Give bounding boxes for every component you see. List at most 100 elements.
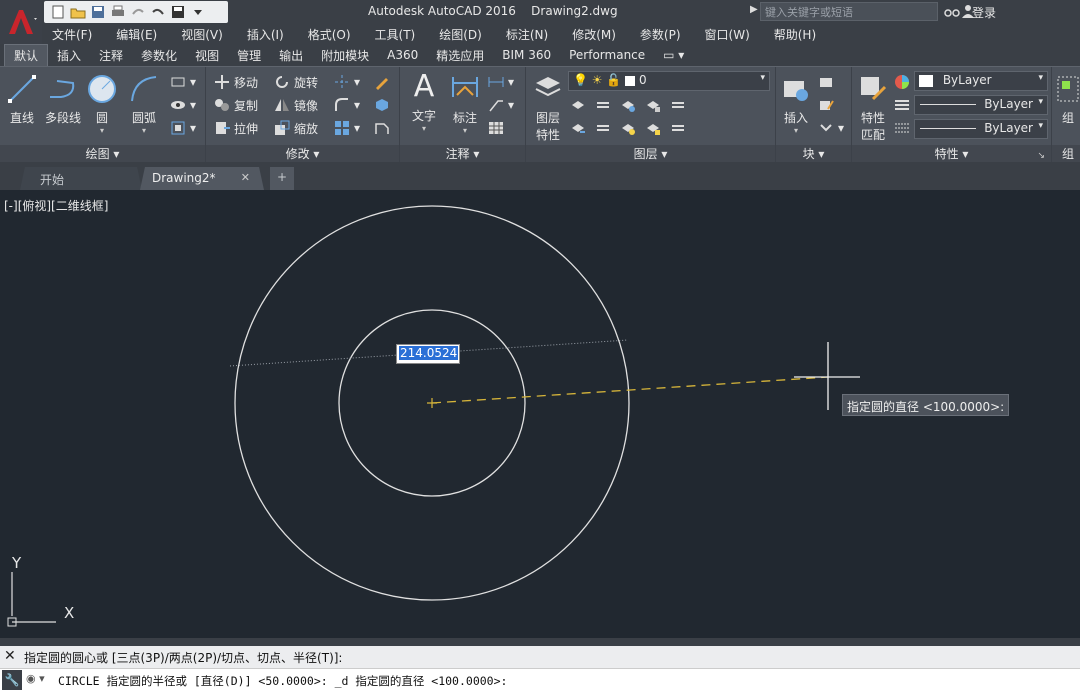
modify-panel-title[interactable]: 修改 ▾ xyxy=(206,145,399,163)
open-folder-icon[interactable] xyxy=(70,5,86,19)
undo-icon[interactable] xyxy=(150,5,166,19)
application-menu-button[interactable] xyxy=(0,0,42,44)
menu-window[interactable]: 窗口(W) xyxy=(693,26,762,43)
tab-insert[interactable]: 插入 xyxy=(48,45,90,66)
menu-format[interactable]: 格式(O) xyxy=(296,26,363,43)
save-icon[interactable] xyxy=(90,5,106,19)
binoculars-icon[interactable] xyxy=(944,4,960,21)
copy-button[interactable]: 复制 xyxy=(214,95,258,115)
layer-lock-icon[interactable] xyxy=(645,97,661,113)
menu-edit[interactable]: 编辑(E) xyxy=(104,26,169,43)
circle-dropdown-icon[interactable]: ▾ xyxy=(86,126,118,135)
groups-panel-title[interactable]: 组 xyxy=(1052,145,1080,163)
menu-parametric[interactable]: 参数(P) xyxy=(628,26,693,43)
insert-dropdown-icon[interactable]: ▾ xyxy=(778,126,814,135)
trim-tool[interactable]: ▾ xyxy=(334,72,360,92)
layer-properties-button[interactable]: 图层 特性 xyxy=(530,73,566,143)
scale-button[interactable]: 缩放 xyxy=(274,118,318,138)
leader-tool[interactable]: ▾ xyxy=(488,95,514,115)
annotation-panel-title[interactable]: 注释 ▾ xyxy=(400,145,525,163)
circle-button[interactable]: 圆 ▾ xyxy=(86,73,118,135)
dimension-dropdown-icon[interactable]: ▾ xyxy=(446,126,484,135)
search-input[interactable]: 键入关键字或短语 xyxy=(760,2,938,21)
tab-featured-apps[interactable]: 精选应用 xyxy=(427,45,493,66)
save-as-icon[interactable] xyxy=(170,5,186,19)
block-attribute-tool[interactable]: ▾ xyxy=(818,118,844,138)
dimension-button[interactable]: 标注 ▾ xyxy=(446,73,484,135)
tab-view[interactable]: 视图 xyxy=(186,45,228,66)
rectangle-tool[interactable]: ▾ xyxy=(170,72,196,92)
dynamic-input-field[interactable]: 214.0524 xyxy=(396,344,460,364)
print-icon[interactable] xyxy=(110,5,126,19)
lineweight-icon[interactable] xyxy=(894,97,910,116)
panel-launcher-icon[interactable]: ↘ xyxy=(1037,151,1045,161)
table-tool[interactable] xyxy=(488,118,504,138)
redo-icon[interactable] xyxy=(130,5,146,19)
match-properties-button[interactable]: 特性 匹配 xyxy=(854,73,892,143)
mirror-button[interactable]: 镜像 xyxy=(274,95,318,115)
lineweight-dropdown[interactable]: ByLayer ▾ xyxy=(914,119,1048,139)
boundary-tool[interactable]: ▾ xyxy=(170,118,196,138)
layer-isolate-icon[interactable] xyxy=(595,97,611,113)
ribbon-toggle-icon[interactable]: ▭ ▾ xyxy=(654,46,693,64)
text-dropdown-icon[interactable]: ▾ xyxy=(406,124,442,133)
array-tool[interactable]: ▾ xyxy=(334,118,360,138)
close-command-icon[interactable]: ✕ xyxy=(4,648,16,664)
menu-insert[interactable]: 插入(I) xyxy=(235,26,296,43)
fillet-tool[interactable]: ▾ xyxy=(334,95,360,115)
stretch-button[interactable]: 拉伸 xyxy=(214,118,258,138)
tab-start[interactable]: 开始 xyxy=(20,167,142,190)
tab-manage[interactable]: 管理 xyxy=(228,45,270,66)
insert-block-button[interactable]: 插入 ▾ xyxy=(778,73,814,135)
layer-make-current-icon[interactable] xyxy=(570,120,586,136)
tab-bim360[interactable]: BIM 360 xyxy=(493,46,560,64)
tab-performance[interactable]: Performance xyxy=(560,46,654,64)
login-link[interactable]: 登录 xyxy=(972,4,996,21)
new-file-icon[interactable] xyxy=(50,5,66,19)
line-button[interactable]: 直线 xyxy=(4,73,40,126)
close-tab-icon[interactable]: ✕ xyxy=(241,171,250,184)
menu-dimension[interactable]: 标注(N) xyxy=(494,26,560,43)
group-button[interactable]: 组 xyxy=(1056,73,1080,126)
wrench-icon[interactable]: 🔧 xyxy=(2,670,22,690)
offset-tool[interactable] xyxy=(374,118,390,138)
qat-customize-icon[interactable] xyxy=(190,5,206,19)
menu-draw[interactable]: 绘图(D) xyxy=(427,26,494,43)
layer-match-icon[interactable] xyxy=(670,97,686,113)
erase-tool[interactable] xyxy=(374,72,390,92)
search-expand-icon[interactable]: ▶ xyxy=(750,4,758,15)
layer-freeze-icon[interactable] xyxy=(620,97,636,113)
block-panel-title[interactable]: 块 ▾ xyxy=(776,145,851,163)
command-line-input[interactable]: CIRCLE 指定圆的半径或 [直径(D)] <50.0000>: _d 指定圆… xyxy=(0,668,1080,692)
tab-drawing2[interactable]: Drawing2* ✕ xyxy=(140,167,264,190)
layers-panel-title[interactable]: 图层 ▾ xyxy=(526,145,775,163)
new-tab-button[interactable]: + xyxy=(270,167,294,190)
polyline-button[interactable]: 多段线 xyxy=(42,73,84,126)
transparency-icon[interactable] xyxy=(894,120,910,139)
menu-help[interactable]: 帮助(H) xyxy=(762,26,828,43)
explode-tool[interactable] xyxy=(374,95,390,115)
text-button[interactable]: A 文字 ▾ xyxy=(406,71,442,134)
tab-parametric[interactable]: 参数化 xyxy=(132,45,186,66)
edit-block-tool[interactable] xyxy=(818,95,834,115)
color-dropdown[interactable]: ByLayer ▾ xyxy=(914,71,1048,91)
layer-walk-icon[interactable] xyxy=(670,120,686,136)
linear-dim-tool[interactable]: ▾ xyxy=(488,72,514,92)
arc-button[interactable]: 圆弧 ▾ xyxy=(126,73,162,135)
tab-a360[interactable]: A360 xyxy=(378,46,427,64)
layer-copy-icon[interactable] xyxy=(595,120,611,136)
properties-panel-title[interactable]: 特性 ▾ xyxy=(852,145,1051,163)
tab-output[interactable]: 输出 xyxy=(270,45,312,66)
layer-dropdown[interactable]: 💡 ☀ 🔓 0 ▾ xyxy=(568,71,770,91)
color-wheel-icon[interactable] xyxy=(894,74,910,93)
tab-default[interactable]: 默认 xyxy=(4,44,49,66)
arc-dropdown-icon[interactable]: ▾ xyxy=(126,126,162,135)
rotate-button[interactable]: 旋转 xyxy=(274,72,318,92)
tab-annotate[interactable]: 注释 xyxy=(90,45,132,66)
move-button[interactable]: 移动 xyxy=(214,72,258,92)
draw-panel-title[interactable]: 绘图 ▾ xyxy=(0,145,205,163)
command-recent-icon[interactable]: ◉ ▾ xyxy=(26,672,45,685)
tab-addins[interactable]: 附加模块 xyxy=(312,45,378,66)
menu-tools[interactable]: 工具(T) xyxy=(363,26,428,43)
hatch-tool[interactable]: ▾ xyxy=(170,95,196,115)
